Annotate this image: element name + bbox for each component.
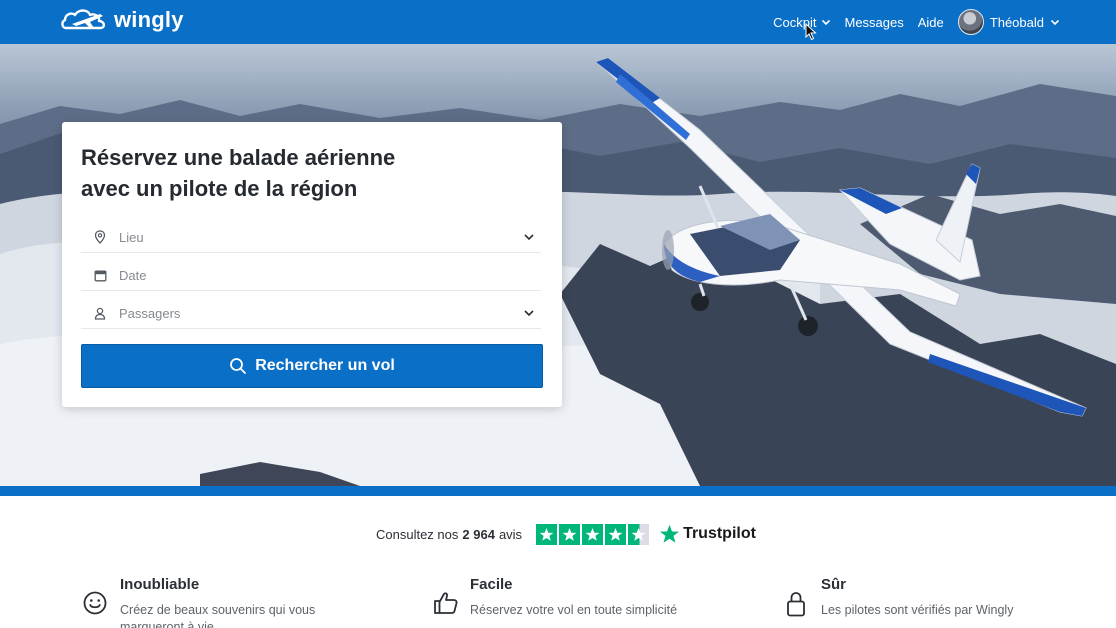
- trust-prefix: Consultez nos: [376, 526, 459, 542]
- date-picker[interactable]: Date: [81, 260, 541, 291]
- wingly-logo[interactable]: wingly: [60, 4, 184, 36]
- trustpilot-widget[interactable]: Consultez nos 2 964 avis Trustpilot: [376, 522, 756, 546]
- brand-name: wingly: [114, 7, 184, 32]
- location-placeholder: Lieu: [119, 229, 144, 245]
- title-line-1: Réservez une balade aérienne: [81, 145, 396, 170]
- nav-cockpit[interactable]: Cockpit: [773, 15, 830, 30]
- trustpilot-logo: Trustpilot: [659, 524, 756, 544]
- rating-star: [536, 523, 558, 545]
- wingly-plane-logo-icon: [61, 9, 106, 30]
- thumbs-up-icon: [434, 592, 458, 614]
- location-select[interactable]: Lieu: [81, 222, 541, 253]
- feature-title: Inoubliable: [120, 576, 200, 593]
- rating-star: [582, 523, 604, 545]
- avatar: [957, 9, 984, 35]
- chevron-down-icon: [821, 19, 830, 26]
- feature-title: Sûr: [821, 576, 847, 593]
- feature-description: Les pilotes sont vérifiés par Wingly: [821, 603, 1014, 617]
- smile-icon: [83, 591, 107, 615]
- nav-aide[interactable]: Aide: [918, 15, 944, 30]
- chevron-down-icon: [524, 310, 534, 317]
- date-placeholder: Date: [119, 267, 147, 283]
- title-line-2: avec un pilote de la région: [81, 176, 358, 201]
- user-name: Théobald: [989, 14, 1044, 30]
- passengers-chevron-wrap: [517, 307, 541, 319]
- lock-icon: [787, 592, 805, 617]
- search-card-title: Réservez une balade aérienne avec un pil…: [81, 142, 481, 204]
- chevron-down-icon: [1050, 19, 1060, 26]
- user-icon: [94, 307, 106, 320]
- feature-title: Facile: [470, 576, 513, 593]
- trustpilot-star-icon: [659, 524, 680, 543]
- feature-description: Créez de beaux souvenirs qui vous marque…: [120, 603, 316, 628]
- search-card: Réservez une balade aérienne avec un pil…: [62, 122, 562, 407]
- passengers-placeholder: Passagers: [119, 305, 181, 321]
- calendar-icon: [94, 270, 106, 281]
- chevron-down-icon: [524, 234, 534, 241]
- passengers-select[interactable]: Passagers: [81, 298, 541, 329]
- rating-star: [559, 523, 581, 545]
- location-chevron-wrap: [517, 231, 541, 243]
- location-icon-wrap: [81, 230, 119, 244]
- trustpilot-brand-text: Trustpilot: [683, 525, 756, 542]
- map-pin-icon: [94, 230, 106, 244]
- date-icon-wrap: [81, 269, 119, 282]
- review-count: 2 964: [462, 526, 495, 542]
- top-navigation-bar: wingly Cockpit Messages Aide Théobald: [0, 0, 1116, 44]
- search-flight-button-label: Rechercher un vol: [255, 357, 395, 374]
- search-flight-button[interactable]: Rechercher un vol: [81, 344, 543, 388]
- mouse-cursor-icon: [805, 23, 817, 41]
- passengers-icon-wrap: [81, 307, 119, 320]
- search-icon: [230, 358, 247, 374]
- nav-messages[interactable]: Messages: [845, 15, 904, 30]
- trust-suffix: avis: [498, 526, 523, 542]
- hero-bottom-strip: [0, 486, 1116, 496]
- nav-aide-label: Aide: [917, 14, 944, 30]
- nav-messages-label: Messages: [844, 14, 904, 30]
- user-menu[interactable]: Théobald: [957, 9, 1060, 35]
- rating-star: [628, 523, 650, 545]
- feature-description: Réservez votre vol en toute simplicité: [470, 603, 678, 617]
- rating-star: [605, 523, 627, 545]
- star-rating: [536, 523, 650, 545]
